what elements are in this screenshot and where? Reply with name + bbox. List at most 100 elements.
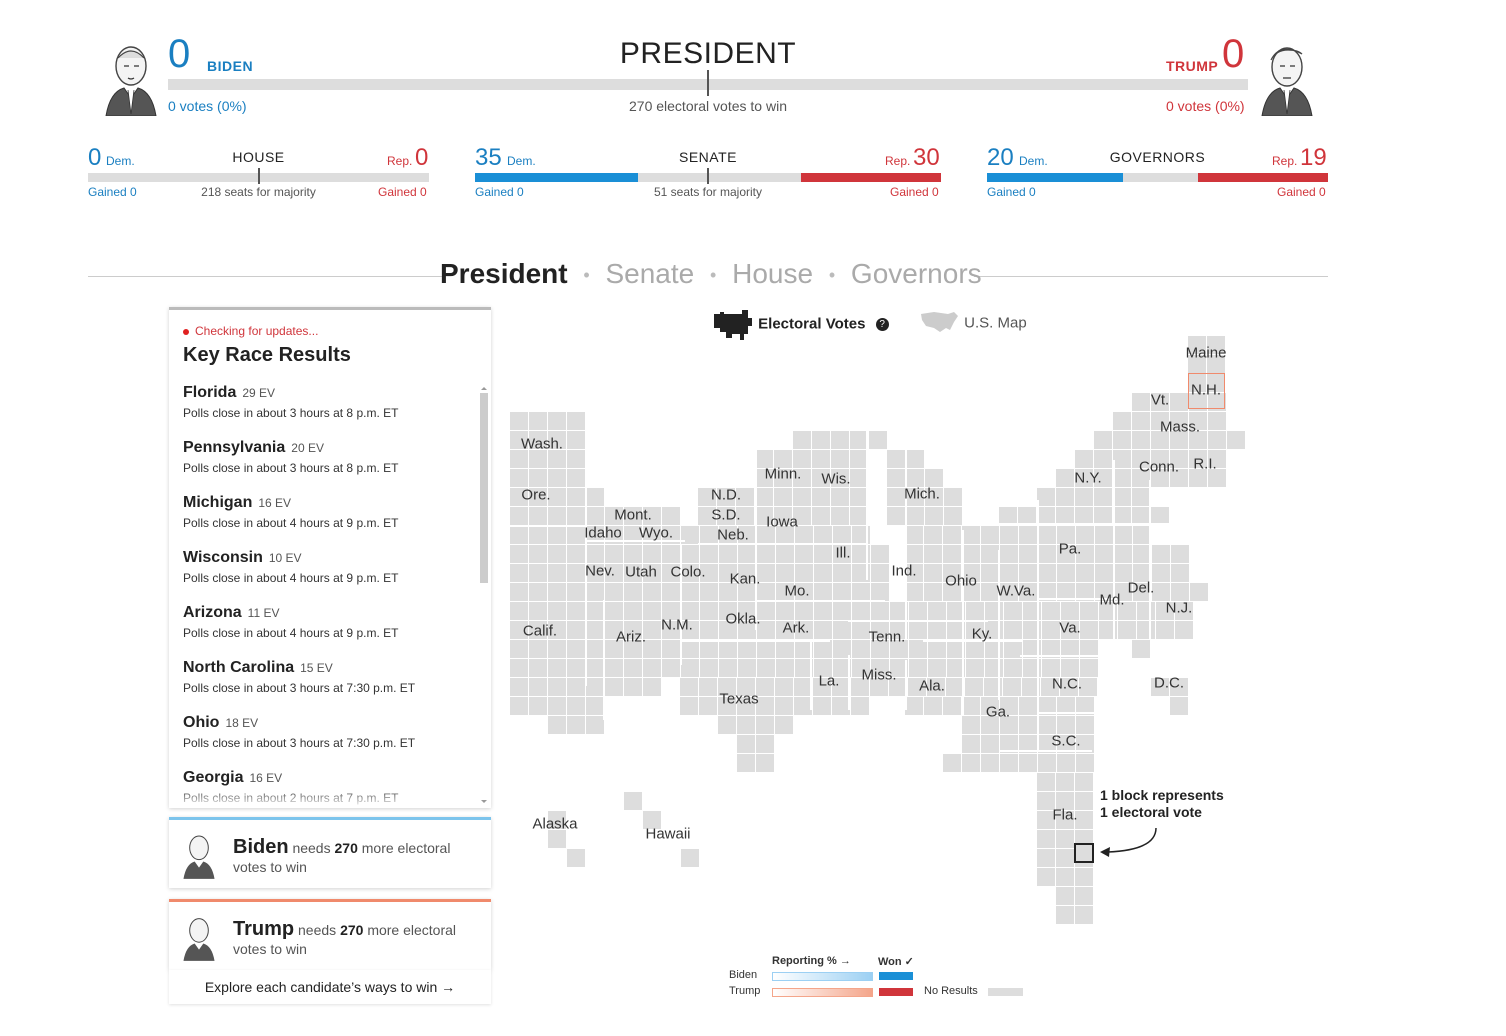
ev-block <box>1076 564 1094 582</box>
state-label[interactable]: Conn. <box>1139 459 1179 476</box>
state-label[interactable]: Mass. <box>1160 419 1200 436</box>
state-label[interactable]: Ky. <box>972 626 993 643</box>
house-rep-count: 0 <box>415 144 429 171</box>
state-label[interactable]: Ark. <box>783 620 810 637</box>
state-label[interactable]: La. <box>819 673 840 690</box>
state-label[interactable]: Mo. <box>784 583 809 600</box>
ev-block <box>548 697 566 715</box>
state-label[interactable]: Hawaii <box>645 826 690 843</box>
state-label[interactable]: N.M. <box>661 617 693 634</box>
state-label[interactable]: S.C. <box>1051 733 1080 750</box>
state-label[interactable]: Md. <box>1099 592 1124 609</box>
state-label[interactable]: Wash. <box>521 436 563 453</box>
state-label[interactable]: Texas <box>719 691 758 708</box>
ev-block <box>510 659 528 677</box>
race-item[interactable]: North Carolina 15 EV Polls close in about … <box>183 659 473 695</box>
state-label[interactable]: Ohio <box>945 573 977 590</box>
state-label[interactable]: R.I. <box>1193 456 1216 473</box>
ev-block <box>928 640 946 658</box>
state-label[interactable]: Colo. <box>670 564 705 581</box>
ev-block <box>529 469 547 487</box>
state-label[interactable]: D.C. <box>1154 675 1184 692</box>
ev-block <box>814 583 832 601</box>
ev-block <box>586 602 604 620</box>
trump-needs-card[interactable]: Trump needs 270 more electoral votes to … <box>169 899 491 970</box>
race-item[interactable]: Ohio 18 EV Polls close in about 3 hours at… <box>183 714 473 750</box>
ev-block <box>871 545 889 563</box>
race-list-scrollbar[interactable] <box>479 385 489 805</box>
state-label[interactable]: N.J. <box>1166 600 1193 617</box>
race-item[interactable]: Wisconsin 10 EV Polls close in about 4 hou… <box>183 549 473 585</box>
ev-block <box>624 659 642 677</box>
tab-senate[interactable]: Senate <box>605 258 694 289</box>
ev-block <box>906 469 924 487</box>
tab-governors[interactable]: Governors <box>851 258 982 289</box>
race-item[interactable]: Florida 29 EV Polls close in about 3 hours… <box>183 384 473 420</box>
state-label[interactable]: Idaho <box>584 525 622 542</box>
state-label[interactable]: N.C. <box>1052 676 1082 693</box>
state-label[interactable]: Del. <box>1128 580 1155 597</box>
senate-majority-marker <box>707 168 709 184</box>
tab-president[interactable]: President <box>440 258 568 289</box>
explore-paths-link[interactable]: Explore each candidate’s ways to win → <box>169 970 491 1004</box>
state-label[interactable]: Iowa <box>766 514 798 531</box>
ev-block <box>1190 583 1208 601</box>
state-label[interactable]: Fla. <box>1052 807 1077 824</box>
state-border <box>810 640 812 710</box>
state-label[interactable]: Va. <box>1059 620 1080 637</box>
state-label[interactable]: Alaska <box>532 816 577 833</box>
biden-needs-num: 270 <box>334 840 358 856</box>
state-label[interactable]: Ala. <box>919 678 945 695</box>
ev-block <box>510 526 528 544</box>
state-label[interactable]: Wyo. <box>639 525 673 542</box>
race-state: Arizona <box>183 604 242 621</box>
scroll-down-icon[interactable] <box>479 799 489 805</box>
ev-block <box>548 488 566 506</box>
help-icon[interactable]: ? <box>875 317 889 331</box>
state-label[interactable]: Wis. <box>821 471 850 488</box>
state-label[interactable]: Okla. <box>725 611 760 628</box>
state-label[interactable]: Kan. <box>730 571 761 588</box>
race-item[interactable]: Pennsylvania 20 EV Polls close in about 3 … <box>183 439 473 475</box>
ev-block <box>1094 450 1112 468</box>
state-label[interactable]: Tenn. <box>869 629 906 646</box>
electoral-votes-toggle[interactable]: Electoral Votes ? <box>714 308 889 340</box>
tab-house[interactable]: House <box>732 258 813 289</box>
biden-needs-card[interactable]: Biden needs 270 more electoral votes to … <box>169 817 491 888</box>
ev-block <box>624 583 642 601</box>
state-label[interactable]: Miss. <box>862 667 897 684</box>
state-label[interactable]: Minn. <box>765 466 802 483</box>
state-label[interactable]: Pa. <box>1059 541 1082 558</box>
us-map-toggle[interactable]: U.S. Map <box>920 310 1027 336</box>
scroll-up-icon[interactable] <box>479 385 489 391</box>
ev-block <box>1056 830 1074 848</box>
ev-block <box>1095 526 1113 544</box>
state-label[interactable]: Neb. <box>717 527 749 544</box>
senate-rep-count: 30 <box>913 144 940 171</box>
state-label[interactable]: Ariz. <box>616 629 646 646</box>
ev-block <box>1019 716 1037 734</box>
state-label[interactable]: S.D. <box>711 507 740 524</box>
ev-block <box>1038 545 1056 563</box>
state-label[interactable]: Vt. <box>1151 392 1169 409</box>
race-item[interactable]: Arizona 11 EV Polls close in about 4 hours… <box>183 604 473 640</box>
state-label[interactable]: Nev. <box>585 563 615 580</box>
ev-block <box>795 545 813 563</box>
state-label[interactable]: Ore. <box>521 487 550 504</box>
ev-block <box>831 450 849 468</box>
state-label[interactable]: W.Va. <box>997 583 1036 600</box>
race-item[interactable]: Michigan 16 EV Polls close in about 4 hour… <box>183 494 473 530</box>
state-label[interactable]: N.D. <box>711 487 741 504</box>
state-label[interactable]: Ga. <box>986 704 1010 721</box>
state-label[interactable]: Mich. <box>904 486 940 503</box>
state-label[interactable]: N.Y. <box>1074 470 1101 487</box>
state-label[interactable]: Mont. <box>614 507 652 524</box>
state-label[interactable]: Ind. <box>891 563 916 580</box>
state-border <box>1149 480 1151 640</box>
state-label[interactable]: Maine <box>1186 345 1227 362</box>
scroll-thumb[interactable] <box>480 393 488 583</box>
ev-block <box>662 640 680 658</box>
state-label[interactable]: Ill. <box>836 545 851 562</box>
state-label[interactable]: Utah <box>625 564 657 581</box>
state-label[interactable]: Calif. <box>523 623 557 640</box>
